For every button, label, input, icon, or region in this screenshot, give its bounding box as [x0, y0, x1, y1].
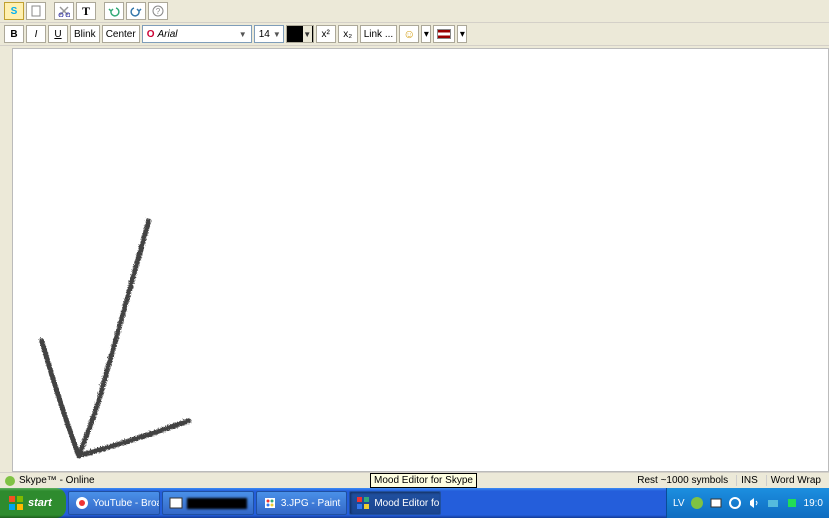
taskbar-item-label: YouTube - Broadcast ...	[93, 498, 160, 509]
chevron-down-icon: ▼	[273, 30, 281, 39]
taskbar-item-app[interactable]: xxxxxxxxxxxx	[162, 491, 254, 515]
system-tray: LV 19:0	[666, 488, 829, 518]
clock[interactable]: 19:0	[804, 498, 823, 509]
cut-button[interactable]	[54, 2, 74, 20]
tray-icon[interactable]	[728, 496, 742, 510]
skype-status-icon	[4, 475, 16, 487]
font-color-button[interactable]: ▼	[286, 25, 314, 43]
help-icon: ?	[152, 5, 164, 17]
new-button[interactable]	[26, 2, 46, 20]
center-button[interactable]: Center	[102, 25, 140, 43]
mood-editor-icon	[356, 496, 370, 510]
font-name-label: Arial	[157, 29, 177, 40]
font-size-label: 14	[259, 29, 270, 40]
svg-text:?: ?	[156, 7, 161, 16]
blink-button[interactable]: Blink	[70, 25, 100, 43]
language-indicator[interactable]: LV	[673, 498, 685, 509]
superscript-button[interactable]: x²	[316, 25, 336, 43]
start-button[interactable]: start	[0, 488, 66, 518]
cut-icon	[58, 5, 70, 17]
drawing-content	[13, 49, 828, 471]
toolbar-row-1: S T ?	[0, 0, 829, 23]
chevron-down-icon: ▼	[303, 26, 312, 42]
bold-button[interactable]: B	[4, 25, 24, 43]
tray-icon[interactable]	[690, 496, 704, 510]
flag-button[interactable]	[433, 25, 455, 43]
emoji-button[interactable]: ☺	[399, 25, 419, 43]
font-family-select[interactable]: O Arial ▼	[142, 25, 252, 43]
tooltip: Mood Editor for Skype	[370, 473, 477, 488]
subscript-button[interactable]: x₂	[338, 25, 358, 43]
taskbar-item-mood-editor[interactable]: Mood Editor for Skype	[349, 491, 441, 515]
word-wrap-label: Word Wrap	[766, 475, 821, 486]
flag-icon	[437, 29, 451, 39]
underline-button[interactable]: U	[48, 25, 68, 43]
start-label: start	[28, 497, 52, 509]
undo-icon	[108, 5, 120, 17]
help-button[interactable]: ?	[148, 2, 168, 20]
windows-logo-icon	[8, 495, 24, 511]
new-icon	[30, 5, 42, 17]
flag-dropdown[interactable]: ▾	[457, 25, 467, 43]
redo-icon	[130, 5, 142, 17]
taskbar-item-label: xxxxxxxxxxxx	[187, 498, 247, 509]
tray-icon[interactable]	[709, 496, 723, 510]
taskbar-item-label: Mood Editor for Skype	[374, 498, 441, 509]
tray-icon[interactable]	[766, 496, 780, 510]
skype-status-label: Skype™ - Online	[19, 475, 95, 486]
text-button[interactable]: T	[76, 2, 96, 20]
taskbar-item-youtube[interactable]: YouTube - Broadcast ...	[68, 491, 160, 515]
italic-button[interactable]: I	[26, 25, 46, 43]
tray-icon[interactable]	[747, 496, 761, 510]
link-button[interactable]: Link ...	[360, 25, 397, 43]
taskbar-item-paint[interactable]: 3.JPG - Paint	[256, 491, 347, 515]
tray-icon[interactable]	[785, 496, 799, 510]
app-icon	[169, 496, 183, 510]
redo-button[interactable]	[126, 2, 146, 20]
browser-icon	[75, 496, 89, 510]
insert-mode-label: INS	[736, 475, 758, 486]
paint-icon	[263, 496, 277, 510]
skype-toggle-button[interactable]: S	[4, 2, 24, 20]
status-bar: Skype™ - Online Mood Editor for Skype Re…	[0, 472, 829, 488]
rest-symbols-label: Rest ~1000 symbols	[637, 475, 728, 486]
taskbar-item-label: 3.JPG - Paint	[281, 498, 340, 509]
emoji-dropdown[interactable]: ▾	[421, 25, 431, 43]
undo-button[interactable]	[104, 2, 124, 20]
editor-canvas[interactable]	[12, 48, 829, 472]
toolbar-row-2: B I U Blink Center O Arial ▼ 14 ▼ ▼ x² x…	[0, 23, 829, 46]
chevron-down-icon: ▼	[239, 30, 247, 39]
font-size-select[interactable]: 14 ▼	[254, 25, 284, 43]
windows-taskbar: start YouTube - Broadcast ... xxxxxxxxxx…	[0, 488, 829, 518]
